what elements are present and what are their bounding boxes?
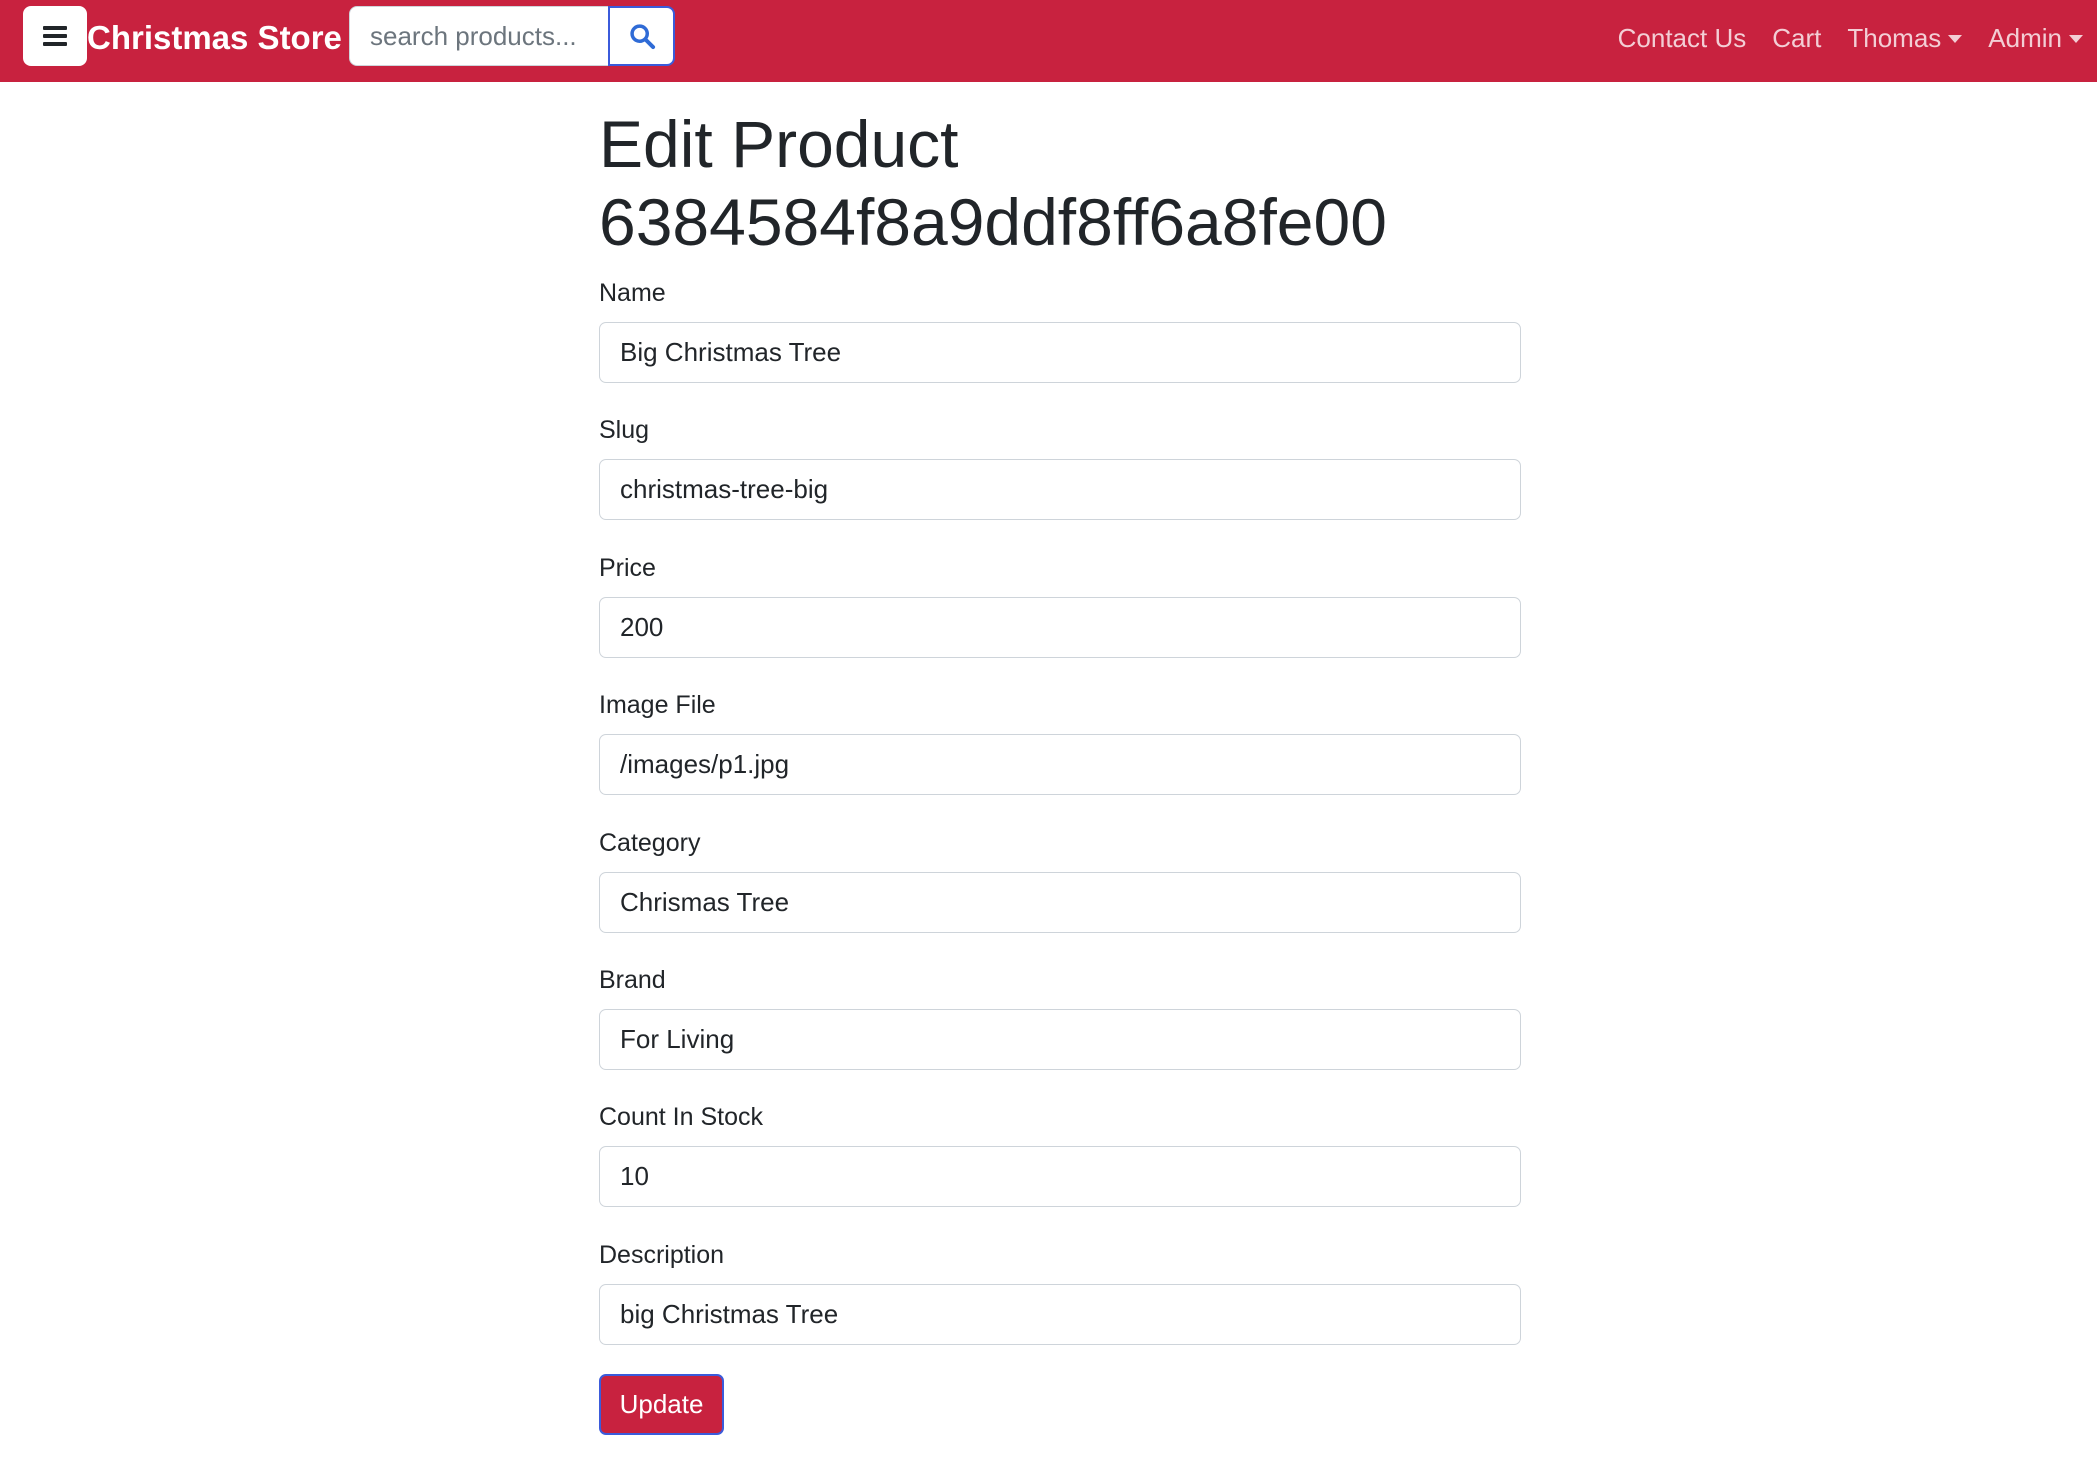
nav-link-contact[interactable]: Contact Us <box>1618 23 1747 54</box>
price-input[interactable] <box>599 596 1521 658</box>
search-input[interactable] <box>349 6 609 66</box>
user-dropdown-label: Thomas <box>1847 22 1942 53</box>
field-image: Image File <box>599 687 1521 824</box>
category-input[interactable] <box>599 871 1521 933</box>
field-label-category: Category <box>599 828 701 857</box>
admin-dropdown-label: Admin <box>1988 22 2062 53</box>
image-file-input[interactable] <box>599 734 1521 796</box>
product-id: 6384584f8a9ddf8ff6a8fe00 <box>599 185 1387 259</box>
field-label-description: Description <box>599 1240 725 1269</box>
search-button[interactable] <box>608 6 675 66</box>
top-navbar: Christmas Store Contact Us Cart Thomas A… <box>0 0 2097 82</box>
brand-logo-link[interactable]: Christmas Store <box>87 16 342 60</box>
user-dropdown[interactable]: Thomas <box>1847 22 1963 54</box>
edit-product-container: Edit Product 6384584f8a9ddf8ff6a8fe00 Na… <box>599 105 1521 1374</box>
caret-down-icon <box>1948 35 1963 43</box>
name-input[interactable] <box>599 322 1521 383</box>
field-category: Category <box>599 825 1521 962</box>
caret-down-icon <box>2069 35 2083 43</box>
slug-input[interactable] <box>599 459 1521 521</box>
menu-toggle-button[interactable] <box>23 6 87 66</box>
field-name: Name <box>599 275 1521 412</box>
field-label-price: Price <box>599 553 656 582</box>
description-input[interactable] <box>599 1283 1521 1345</box>
hamburger-menu-icon <box>43 26 67 46</box>
update-button[interactable]: Update <box>599 1374 724 1435</box>
field-description: Description <box>599 1237 1521 1374</box>
field-label-name: Name <box>599 279 666 307</box>
field-brand: Brand <box>599 962 1521 1099</box>
field-count-in-stock: Count In Stock <box>599 1099 1521 1236</box>
count-in-stock-input[interactable] <box>599 1146 1521 1208</box>
field-label-count-in-stock: Count In Stock <box>599 1103 763 1132</box>
field-label-image: Image File <box>599 691 716 720</box>
brand-input[interactable] <box>599 1008 1521 1070</box>
edit-product-form: Name Slug Price Image File Category Bran… <box>599 275 1521 1374</box>
field-label-slug: Slug <box>599 416 650 445</box>
nav-link-cart[interactable]: Cart <box>1772 23 1821 54</box>
field-slug: Slug <box>599 412 1521 549</box>
page-title: Edit Product 6384584f8a9ddf8ff6a8fe00 <box>599 105 1521 261</box>
search-icon <box>629 24 655 50</box>
admin-dropdown[interactable]: Admin <box>1988 23 2083 54</box>
field-price: Price <box>599 550 1521 687</box>
nav-links: Contact Us Cart Thomas Admin <box>1618 16 2083 60</box>
field-label-brand: Brand <box>599 965 666 994</box>
page-title-heading: Edit Product <box>599 107 959 181</box>
